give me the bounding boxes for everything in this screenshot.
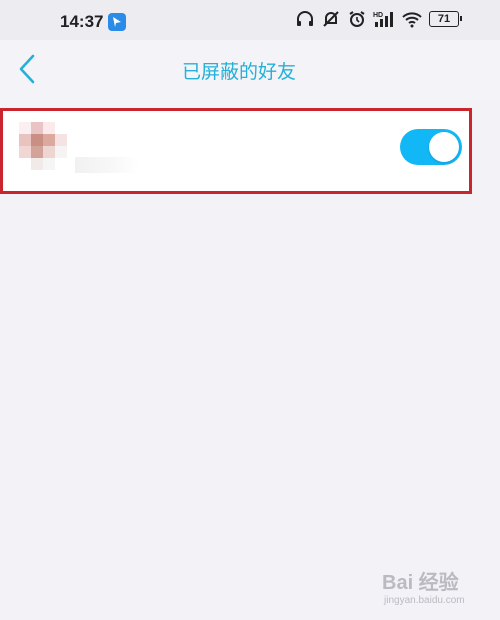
page-title: 已屏蔽的好友 (181, 61, 296, 83)
svg-text:HD: HD (373, 12, 383, 19)
battery-icon: 71 (429, 11, 462, 27)
watermark: Bai 经验 jingyan.baidu.com (382, 566, 465, 606)
blocked-friend-row[interactable] (0, 108, 472, 194)
watermark-logo: Bai 经验 (382, 572, 459, 594)
status-time: 14:37 (60, 12, 104, 31)
status-bar: 14:37 HD 71 (0, 0, 500, 40)
headphones-icon (295, 10, 315, 28)
status-icons: HD 71 (295, 10, 465, 28)
friend-name (75, 157, 139, 173)
avatar (19, 122, 67, 170)
watermark-url: jingyan.baidu.com (384, 595, 465, 606)
mute-bell-icon (321, 10, 341, 28)
alarm-icon (347, 10, 367, 28)
app-icon (108, 13, 126, 31)
wifi-icon (401, 10, 423, 28)
block-toggle[interactable] (400, 129, 462, 165)
nav-bar: 已屏蔽的好友 (0, 40, 500, 98)
battery-level: 71 (437, 13, 451, 25)
signal-icon: HD (373, 10, 395, 28)
